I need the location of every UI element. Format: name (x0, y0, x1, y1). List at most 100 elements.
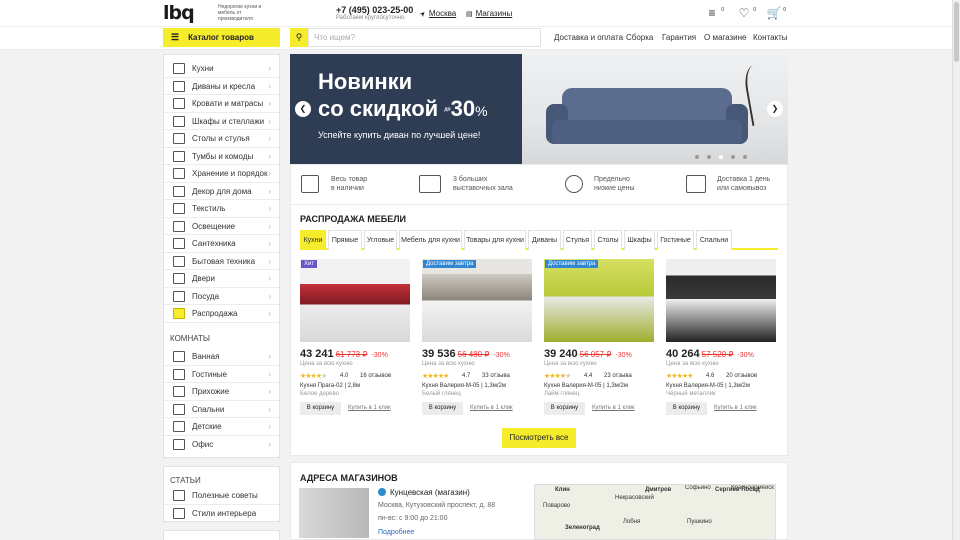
nav-link-delivery[interactable]: Доставка и оплата (554, 33, 623, 42)
tab-chairs[interactable]: Стулья (563, 230, 592, 250)
nav-link-about[interactable]: О магазине (704, 33, 747, 42)
article-link-tips[interactable]: Полезные советы (164, 487, 279, 505)
logo[interactable]: lbq (163, 4, 213, 23)
favorites-button[interactable]: ♡ 0 (736, 6, 756, 20)
sidebar-item-textile[interactable]: Текстиль › (164, 200, 279, 218)
kitchen-icon (173, 63, 185, 74)
sidebar-item-hallway[interactable]: Прихожие › (164, 383, 279, 401)
buy-one-click-link[interactable]: Купить в 1 клик (470, 405, 513, 411)
favorites-count: 0 (753, 7, 756, 13)
sidebar-item-bedrooms[interactable]: Спальни › (164, 401, 279, 418)
store-more-link[interactable]: Подробнее (378, 529, 414, 536)
article-link-styles[interactable]: Стили интерьера (164, 505, 279, 523)
sidebar-item-appliances[interactable]: Бытовая техника › (164, 253, 279, 270)
sidebar-item-bathroom[interactable]: Ванная › (164, 348, 279, 366)
reviews-link[interactable]: 33 отзыва (482, 373, 510, 379)
sidebar-item-lighting[interactable]: Освещение › (164, 218, 279, 235)
sidebar-item-doors[interactable]: Двери › (164, 270, 279, 288)
scrollbar-thumb[interactable] (954, 2, 959, 62)
tab-kitchens[interactable]: Кухни (300, 230, 326, 250)
compare-button[interactable]: ≡ 0 (704, 6, 724, 20)
catalog-button[interactable]: ☰ Каталог товаров (163, 28, 280, 47)
tab-kitchen-furniture[interactable]: Мебель для кухни (399, 230, 462, 250)
promo-banner[interactable]: Новинки со скидкой до30% Успейте купить … (290, 54, 788, 164)
sidebar-item-wardrobes[interactable]: Шкафы и стеллажи › (164, 113, 279, 130)
product-image[interactable] (300, 259, 410, 342)
sidebar-item-plumbing[interactable]: Сантехника › (164, 235, 279, 253)
sidebar-item-sale[interactable]: Распродажа › (164, 305, 279, 323)
slider-dot[interactable] (695, 155, 699, 159)
tab-bedrooms[interactable]: Спальни (696, 230, 732, 250)
sidebar-item-dressers[interactable]: Тумбы и комоды › (164, 148, 279, 165)
tab-living-rooms[interactable]: Гостиные (657, 230, 694, 250)
tab-kitchen-goods[interactable]: Товары для кухни (464, 230, 526, 250)
stores-map[interactable]: Клин Дмитров Сергиев Посад Софьино Красн… (534, 484, 776, 540)
add-to-cart-button[interactable]: В корзину (666, 402, 707, 415)
product-name[interactable]: Кухня Валерия-М-05 | 1,3м/2м (422, 383, 506, 389)
logo-tagline: Недорогие кухни и мебель от производител… (218, 4, 262, 22)
slider-dots (695, 152, 755, 161)
product-price: 39 536 56 480 ₽ -30% (422, 348, 510, 360)
tab-sofas[interactable]: Диваны (528, 230, 561, 250)
sidebar-item-living[interactable]: Гостиные › (164, 366, 279, 383)
city-selector[interactable]: Москва (420, 9, 456, 18)
book-icon (173, 490, 185, 501)
product-name[interactable]: Кухня Валерия-М-05 | 1,3м/2м (666, 383, 750, 389)
product-image[interactable] (422, 259, 532, 342)
search-button[interactable]: ⚲ (290, 28, 308, 47)
cart-button[interactable]: 🛒 0 (766, 6, 786, 20)
view-all-button[interactable]: Посмотреть все (502, 428, 576, 448)
living-room-icon (173, 368, 185, 380)
product-name[interactable]: Кухня Прага-02 | 2,8м (300, 383, 360, 389)
hallway-icon (173, 386, 185, 397)
sidebar-item-sofas[interactable]: Диваны и кресла › (164, 78, 279, 95)
tab-wardrobes[interactable]: Шкафы (624, 230, 655, 250)
banner-title: Новинки со скидкой до30% (318, 69, 488, 121)
buy-one-click-link[interactable]: Купить в 1 клик (714, 405, 757, 411)
stores-link[interactable]: Магазины (466, 9, 513, 18)
slider-prev-button[interactable]: ❮ (295, 101, 311, 117)
search-input[interactable] (308, 28, 541, 47)
slider-dot[interactable] (731, 155, 735, 159)
tab-tables[interactable]: Столы (594, 230, 622, 250)
sidebar-item-beds[interactable]: Кровати и матрасы › (164, 95, 279, 113)
add-to-cart-button[interactable]: В корзину (422, 402, 463, 415)
nav-link-warranty[interactable]: Гарантия (662, 33, 696, 42)
sidebar-item-kitchens[interactable]: Кухни › (164, 60, 279, 78)
reviews-link[interactable]: 20 отзывов (726, 373, 757, 379)
product-color: Белый глянец (422, 391, 461, 397)
reviews-link[interactable]: 23 отзыва (604, 373, 632, 379)
buy-one-click-link[interactable]: Купить в 1 клик (348, 405, 391, 411)
reviews-link[interactable]: 16 отзывов (360, 373, 391, 379)
rating-value: 4.7 (462, 373, 471, 379)
sidebar-item-storage[interactable]: Хранение и порядок › (164, 165, 279, 183)
nav-link-assembly[interactable]: Сборка (626, 33, 653, 42)
phone-number[interactable]: +7 (495) 023-25-00 (336, 5, 413, 15)
textile-icon (173, 203, 185, 214)
page-scrollbar[interactable] (952, 0, 960, 540)
slider-dot[interactable] (743, 155, 747, 159)
sidebar-item-tables[interactable]: Столы и стулья › (164, 130, 279, 148)
sidebar-item-kids[interactable]: Детские › (164, 418, 279, 436)
buy-one-click-link[interactable]: Купить в 1 клик (592, 405, 635, 411)
sidebar-item-office[interactable]: Офис › (164, 436, 279, 454)
chevron-right-icon: › (268, 204, 271, 213)
store-photo (299, 488, 369, 538)
tab-corner[interactable]: Угловые (364, 230, 397, 250)
sidebar-item-decor[interactable]: Декор для дома › (164, 183, 279, 200)
add-to-cart-button[interactable]: В корзину (544, 402, 585, 415)
product-image[interactable] (666, 259, 776, 342)
chevron-right-icon: › (268, 151, 271, 161)
slider-dot-active[interactable] (719, 155, 723, 159)
sidebar-item-dishes[interactable]: Посуда › (164, 288, 279, 305)
store-name[interactable]: Кунцевская (магазин) (390, 488, 470, 497)
kids-room-icon (173, 421, 185, 432)
tab-straight[interactable]: Прямые (328, 230, 362, 250)
product-name[interactable]: Кухня Валерия-М-05 | 1,3м/2м (544, 383, 628, 389)
slider-next-button[interactable]: ❯ (767, 101, 783, 117)
slider-dot[interactable] (707, 155, 711, 159)
nav-link-contacts[interactable]: Контакты (753, 33, 788, 42)
add-to-cart-button[interactable]: В корзину (300, 402, 341, 415)
product-price: 43 241 61 773 ₽ -30% (300, 348, 388, 360)
product-image[interactable] (544, 259, 654, 342)
